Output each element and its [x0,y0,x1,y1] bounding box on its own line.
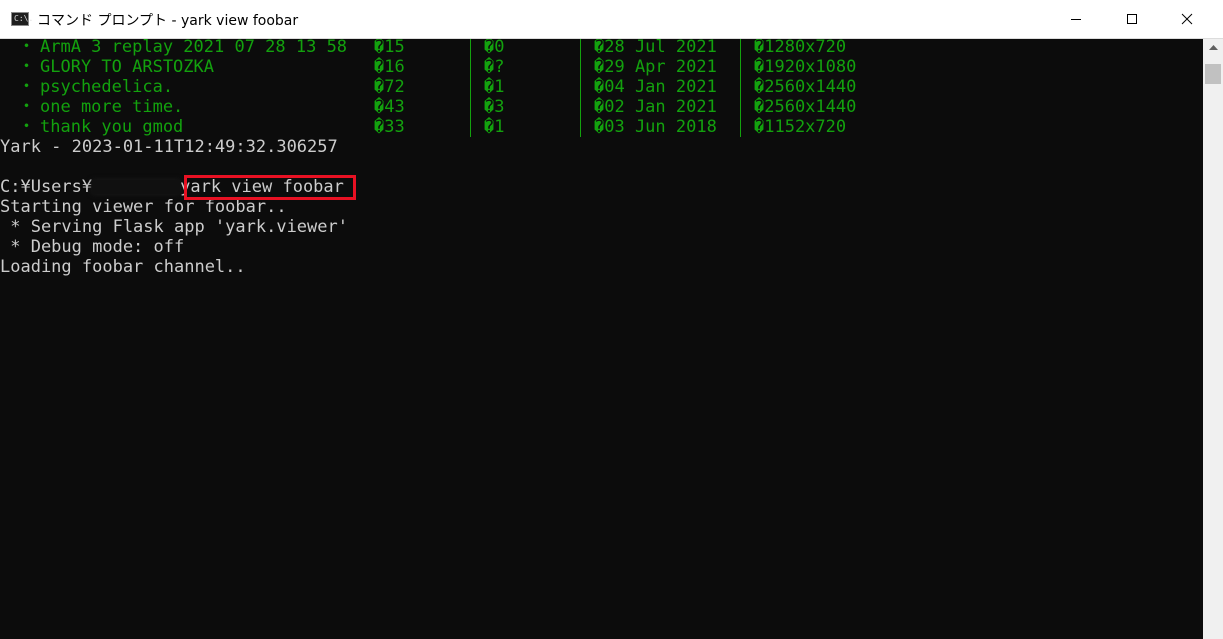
video-title: thank you gmod [40,117,184,137]
upload-date: �04 Jan 2021 [594,77,717,97]
likes-count: �1 [484,117,505,137]
views-count: �33 [374,117,405,137]
vertical-scrollbar[interactable] [1203,39,1223,639]
column-separator [580,97,581,117]
views-count: �15 [374,39,405,57]
upload-date: �29 Apr 2021 [594,57,717,77]
scroll-up-arrow-icon [1208,45,1218,50]
output-line: * Serving Flask app 'yark.viewer' [0,217,348,237]
minimize-button[interactable] [1053,0,1099,38]
column-separator [470,57,471,77]
resolution: �1920x1080 [754,57,857,77]
window-title: コマンド プロンプト - yark view foobar [37,13,299,29]
column-separator [740,39,741,57]
output-line: * Debug mode: off [0,237,185,257]
video-title: ArmA 3 replay 2021 07 28 13 58 [40,39,348,57]
timestamp-line: Yark - 2023-01-11T12:49:32.306257 [0,137,338,157]
upload-date: �02 Jan 2021 [594,97,717,117]
column-separator [580,117,581,137]
column-separator [470,117,471,137]
resolution: �1280x720 [754,39,847,57]
row-bullet: ・ [18,39,35,57]
prompt-path: C:¥Users¥ [0,177,93,197]
maximize-button[interactable] [1109,0,1155,38]
close-icon [1181,13,1193,25]
column-separator [470,97,471,117]
video-title: one more time. [40,97,184,117]
scroll-thumb[interactable] [1205,64,1221,84]
column-separator [580,77,581,97]
resolution: �1152x720 [754,117,847,137]
row-bullet: ・ [18,57,35,77]
table-row: ・ ArmA 3 replay 2021 07 28 13 58 �15 �0 … [0,39,846,57]
column-separator [470,77,471,97]
table-row: ・ one more time. �43 �3 �02 Jan 2021 �25… [0,97,856,117]
row-bullet: ・ [18,97,35,117]
likes-count: �0 [484,39,505,57]
views-count: �16 [374,57,405,77]
maximize-icon [1127,14,1137,24]
close-button[interactable] [1164,0,1210,38]
cmd-app-icon-text: C:\. [14,14,34,23]
resolution: �2560x1440 [754,97,857,117]
upload-date: �28 Jul 2021 [594,39,717,57]
likes-count: �? [484,57,505,77]
title-bar[interactable]: C:\. コマンド プロンプト - yark view foobar [0,0,1223,39]
video-title: GLORY TO ARSTOZKA [40,57,214,77]
row-bullet: ・ [18,117,35,137]
views-count: �43 [374,97,405,117]
scroll-up-button[interactable] [1203,39,1223,57]
column-separator [740,117,741,137]
command-prompt-window: C:\. コマンド プロンプト - yark view foobar ・ Arm… [0,0,1223,639]
column-separator [740,77,741,97]
views-count: �72 [374,77,405,97]
command-highlight-box [184,175,356,200]
row-bullet: ・ [18,77,35,97]
column-separator [740,97,741,117]
resolution: �2560x1440 [754,77,857,97]
likes-count: �3 [484,97,505,117]
video-title: psychedelica. [40,77,174,97]
console-output[interactable]: ・ ArmA 3 replay 2021 07 28 13 58 �15 �0 … [0,39,1203,639]
column-separator [580,39,581,57]
column-separator [470,39,471,57]
minimize-icon [1071,19,1081,20]
upload-date: �03 Jun 2018 [594,117,717,137]
table-row: ・ thank you gmod �33 �1 �03 Jun 2018 �11… [0,117,846,137]
likes-count: �1 [484,77,505,97]
table-row: ・ psychedelica. �72 �1 �04 Jan 2021 �256… [0,77,856,97]
column-separator [580,57,581,77]
output-line: Loading foobar channel.. [0,257,246,277]
column-separator [740,57,741,77]
redacted-username [92,180,181,194]
output-line: Starting viewer for foobar.. [0,197,287,217]
table-row: ・ GLORY TO ARSTOZKA �16 �? �29 Apr 2021 … [0,57,856,77]
cmd-app-icon[interactable]: C:\. [11,12,33,26]
